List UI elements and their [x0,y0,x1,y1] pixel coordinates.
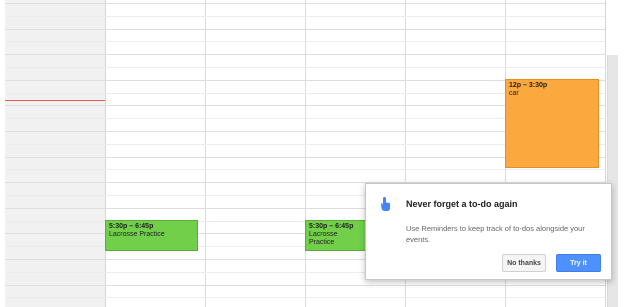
dialog-body: Use Reminders to keep track of to-dos al… [406,224,585,244]
grid-line [5,15,605,17]
grid-line [5,297,605,299]
event-title: car [509,90,519,97]
calendar-event[interactable]: 5:30p – 6:45p Lacrosse Practice [105,220,198,251]
grid-line [5,41,605,43]
grid-line [5,169,605,171]
event-title: Lacrosse Practice [309,231,338,246]
calendar-event[interactable]: 12p – 3:30p car [505,79,599,168]
no-thanks-button[interactable]: No thanks [502,254,546,272]
grid-line [5,54,605,56]
event-time: 12p – 3:30p [509,82,548,89]
event-time: 5:30p – 6:45p [109,223,154,230]
reminder-hand-icon [378,196,394,212]
current-time-indicator [5,100,105,101]
grid-line [5,67,605,68]
event-time: 5:30p – 6:45p [309,223,354,230]
try-it-button[interactable]: Try it [556,254,601,272]
grid-line [5,284,605,286]
reminders-promo-dialog: Never forget a to-do again Use Reminders… [365,183,612,280]
grid-line [5,28,605,30]
event-title: Lacrosse Practice [109,231,165,238]
dialog-title: Never forget a to-do again [406,199,518,209]
grid-line [5,3,605,4]
time-gutter [5,0,106,307]
day-column-divider [205,0,206,307]
day-column-divider [305,0,306,307]
calendar-event[interactable]: 5:30p – 6:45p Lacrosse Practice [305,220,368,251]
